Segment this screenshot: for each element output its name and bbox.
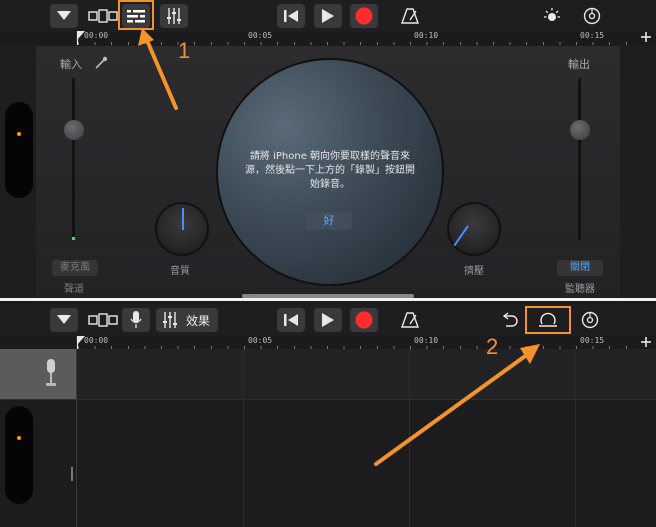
playhead-icon[interactable] bbox=[76, 30, 86, 46]
quality-label: 音質 bbox=[170, 266, 190, 277]
ruler-label: 00:10 bbox=[414, 31, 439, 40]
ruler-label: 00:15 bbox=[580, 31, 605, 40]
dialog-message: 請將 iPhone 朝向你要取樣的聲音來源，然後點一下上方的「錄製」按鈕開始錄音… bbox=[245, 151, 415, 190]
play-icon bbox=[322, 313, 334, 327]
header-separator bbox=[76, 349, 77, 527]
annotation-arrow-1 bbox=[138, 28, 178, 110]
tracks-view-icon bbox=[88, 313, 118, 327]
input-settings-icon[interactable] bbox=[94, 56, 108, 70]
triangle-down-icon bbox=[57, 11, 71, 20]
monitor-toggle[interactable]: 關閉 bbox=[557, 260, 603, 276]
input-meter-indicator bbox=[72, 237, 75, 240]
brightness-icon bbox=[544, 8, 560, 21]
mic-sub-label: 聲道 bbox=[64, 284, 84, 295]
settings-button[interactable] bbox=[578, 4, 606, 28]
output-level-track[interactable] bbox=[578, 78, 581, 240]
play-button-2[interactable] bbox=[314, 308, 342, 332]
record-icon bbox=[355, 7, 373, 25]
row-separator bbox=[0, 399, 656, 400]
annotation-arrow-2 bbox=[374, 344, 540, 466]
go-to-start-icon bbox=[284, 10, 298, 22]
rewind-button-2[interactable] bbox=[277, 308, 305, 332]
ruler-label: 00:15 bbox=[580, 336, 605, 345]
annotation-box-1 bbox=[118, 0, 154, 30]
play-icon bbox=[322, 9, 334, 23]
side-handle[interactable] bbox=[5, 102, 33, 198]
undo-icon bbox=[502, 312, 518, 327]
grid-line bbox=[243, 349, 244, 527]
microphone-track-icon bbox=[46, 359, 56, 386]
tracks-area bbox=[0, 349, 656, 527]
compressor-knob[interactable] bbox=[447, 202, 501, 256]
microphone-instrument-button[interactable] bbox=[122, 308, 150, 332]
input-label: 輸入 bbox=[60, 58, 82, 71]
ok-button[interactable]: 好 bbox=[306, 212, 352, 230]
mixer-sliders-icon bbox=[163, 312, 177, 328]
microphone-icon bbox=[130, 311, 142, 328]
track-lane[interactable] bbox=[77, 349, 656, 399]
annotation-number-1: 1 bbox=[178, 38, 191, 63]
panel-divider[interactable] bbox=[0, 298, 656, 301]
handle-dot bbox=[17, 132, 21, 136]
mixer-button[interactable] bbox=[160, 4, 188, 28]
undo-button[interactable] bbox=[495, 308, 523, 332]
go-to-start-icon bbox=[284, 314, 298, 326]
tracks-view-button[interactable] bbox=[88, 4, 118, 28]
rewind-button[interactable] bbox=[277, 4, 305, 28]
mixer-sliders-icon bbox=[167, 8, 181, 24]
side-handle-bottom[interactable] bbox=[5, 406, 33, 504]
annotation-box-2 bbox=[525, 306, 571, 334]
tracks-view-icon bbox=[88, 9, 118, 23]
input-level-knob[interactable] bbox=[64, 120, 84, 140]
record-icon bbox=[355, 311, 373, 329]
output-level-knob[interactable] bbox=[570, 120, 590, 140]
annotation-number-2: 2 bbox=[486, 334, 499, 359]
track-header[interactable] bbox=[0, 349, 76, 399]
knob-pointer bbox=[182, 208, 184, 230]
record-button-2[interactable] bbox=[350, 308, 378, 332]
browser-dropdown-button[interactable] bbox=[50, 4, 78, 28]
triangle-down-icon bbox=[57, 315, 71, 324]
metronome-button[interactable] bbox=[396, 4, 424, 28]
gear-icon bbox=[581, 311, 599, 329]
effects-label: 效果 bbox=[186, 313, 211, 328]
tracks-view-button-2[interactable] bbox=[88, 308, 118, 332]
metronome-icon bbox=[401, 312, 419, 328]
grid-line bbox=[575, 349, 576, 527]
output-label: 輸出 bbox=[568, 58, 590, 71]
knob-pointer bbox=[453, 225, 469, 247]
monitor-label: 監聽器 bbox=[565, 284, 595, 295]
ruler-label: 00:05 bbox=[248, 31, 273, 40]
browser-dropdown-button-2[interactable] bbox=[50, 308, 78, 332]
input-level-track[interactable] bbox=[72, 78, 75, 240]
microphone-button[interactable]: 麥克風 bbox=[52, 260, 98, 276]
ruler-label: 00:00 bbox=[84, 336, 109, 345]
top-toolbar bbox=[0, 0, 656, 32]
play-button[interactable] bbox=[314, 4, 342, 28]
compressor-label: 擠壓 bbox=[464, 266, 484, 277]
settings-button-2[interactable] bbox=[576, 308, 604, 332]
resize-grip[interactable] bbox=[71, 467, 73, 481]
add-section-icon[interactable] bbox=[640, 336, 652, 348]
ruler-label: 00:00 bbox=[84, 31, 109, 40]
handle-dot bbox=[17, 436, 21, 440]
metronome-button-2[interactable] bbox=[396, 308, 424, 332]
quality-knob[interactable] bbox=[155, 202, 209, 256]
add-section-icon[interactable] bbox=[640, 31, 652, 43]
metronome-icon bbox=[401, 8, 419, 24]
ruler-label: 00:05 bbox=[248, 336, 273, 345]
gear-icon bbox=[583, 7, 601, 25]
master-effects-button[interactable] bbox=[538, 4, 566, 28]
record-button[interactable] bbox=[350, 4, 378, 28]
effects-button[interactable]: 效果 bbox=[156, 308, 218, 332]
